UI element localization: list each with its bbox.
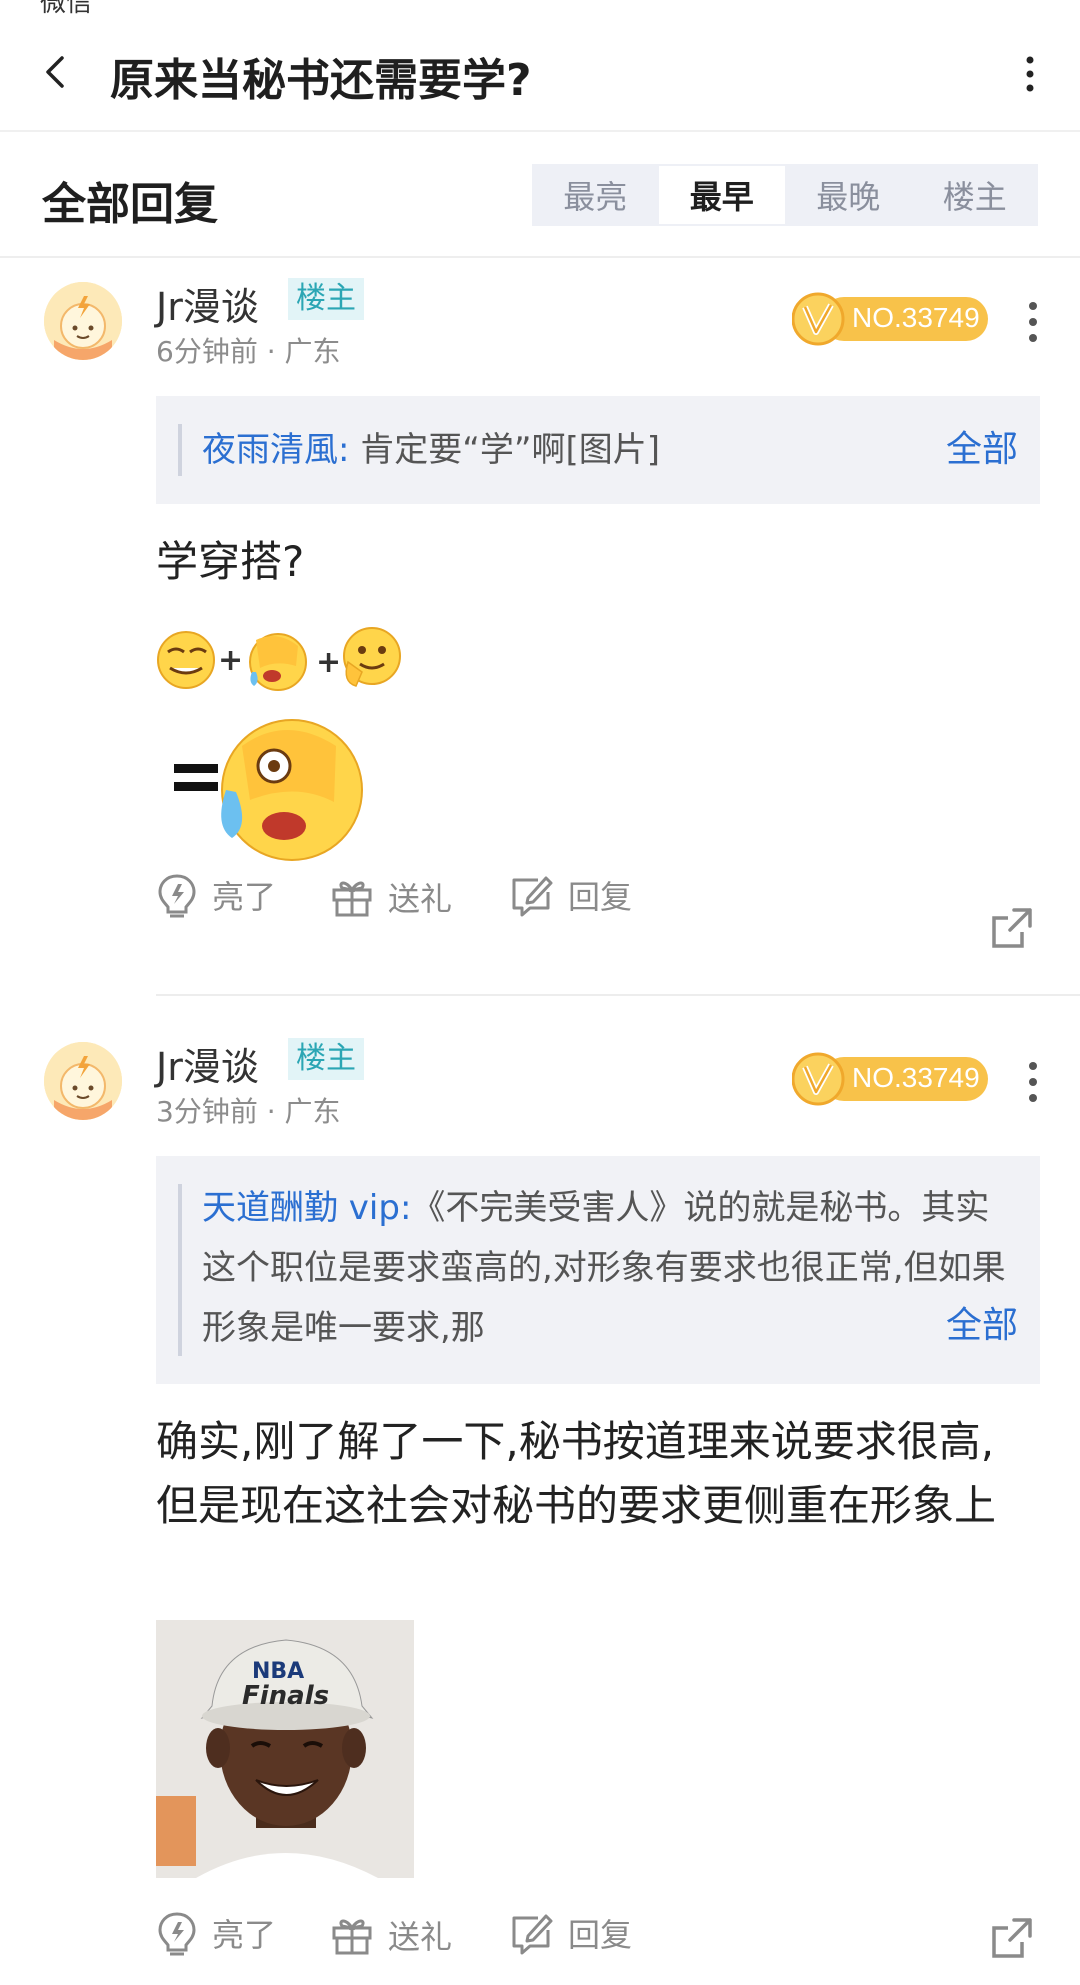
post-time: 3分钟前 xyxy=(156,1095,258,1128)
svg-text:+: + xyxy=(316,645,341,680)
post-meta: 3分钟前 · 广东 xyxy=(156,1095,341,1128)
reply-text: 确实,刚了解了一下,秘书按道理来说要求很高,但是现在这社会对秘书的要求更侧重在形… xyxy=(156,1417,997,1530)
reaction-photo[interactable]: NBA Finals xyxy=(156,1620,414,1878)
light-label: 亮了 xyxy=(212,1916,277,1954)
quote-bar xyxy=(178,424,182,476)
tab-op-only[interactable]: 楼主 xyxy=(912,164,1039,226)
light-button[interactable]: 亮了 xyxy=(156,1910,276,1956)
quote-text-block: 天道酬勤 vip:《不完美受害人》说的就是秘书。其实这个职位是要求蛮高的,对形象… xyxy=(202,1178,1016,1358)
light-label: 亮了 xyxy=(212,878,277,916)
page-title: 原来当秘书还需要学? xyxy=(110,55,532,106)
gift-icon xyxy=(332,881,372,917)
back-icon[interactable] xyxy=(36,52,76,92)
post-options-icon[interactable] xyxy=(1026,300,1040,344)
reply-edit-icon xyxy=(512,876,553,917)
gift-label: 送礼 xyxy=(388,880,453,918)
gift-label: 送礼 xyxy=(388,1918,453,1956)
post-divider xyxy=(156,994,1080,996)
level-badge: NO.33749 xyxy=(791,292,988,346)
quoted-comment[interactable]: 天道酬勤 vip:《不完美受害人》说的就是秘书。其实这个职位是要求蛮高的,对形象… xyxy=(156,1156,1040,1384)
post-options-icon[interactable] xyxy=(1026,1060,1040,1104)
svg-text:+: + xyxy=(218,643,243,678)
gift-icon xyxy=(332,1919,372,1955)
post-time: 6分钟前 xyxy=(156,335,258,368)
post-location: 广东 xyxy=(284,1095,341,1128)
share-icon[interactable] xyxy=(990,1916,1034,1960)
reply-text: 学穿搭? xyxy=(156,537,305,586)
author-name[interactable]: Jr漫谈 xyxy=(156,276,259,331)
all-replies-title: 全部回复 xyxy=(42,179,218,230)
quote-text: 肯定要“学”啊[图片] xyxy=(360,430,661,470)
bulb-icon xyxy=(158,1912,196,1956)
reply-button[interactable]: 回复 xyxy=(508,872,632,918)
gift-button[interactable]: 送礼 xyxy=(330,1912,452,1958)
sort-tabs: 最亮 最早 最晚 楼主 xyxy=(532,164,1038,226)
quote-author[interactable]: 天道酬勤 vip: xyxy=(202,1188,411,1228)
level-number: NO.33749 xyxy=(852,302,980,333)
quote-expand-link[interactable]: 全部 xyxy=(905,1298,1018,1354)
tab-brightest[interactable]: 最亮 xyxy=(532,164,659,226)
quote-author[interactable]: 夜雨清風: xyxy=(202,430,349,470)
level-number: NO.33749 xyxy=(852,1062,980,1093)
op-badge: 楼主 xyxy=(288,278,364,320)
tab-earliest[interactable]: 最早 xyxy=(658,166,785,224)
reply-button[interactable]: 回复 xyxy=(508,1910,632,1956)
avatar[interactable] xyxy=(44,1042,122,1120)
quote-bar xyxy=(178,1184,182,1356)
share-icon[interactable] xyxy=(990,906,1034,950)
quoted-comment[interactable]: 夜雨清風: 肯定要“学”啊[图片] 全部 xyxy=(156,396,1040,504)
level-badge: NO.33749 xyxy=(791,1052,988,1106)
svg-text:Finals: Finals xyxy=(242,1681,329,1711)
post-location: 广东 xyxy=(284,335,341,368)
reply-label: 回复 xyxy=(568,1916,633,1954)
tab-latest[interactable]: 最晚 xyxy=(785,164,912,226)
post-meta: 6分钟前 · 广东 xyxy=(156,335,341,368)
reply-edit-icon xyxy=(512,1914,553,1955)
reply-label: 回复 xyxy=(568,878,633,916)
quote-text-block: 夜雨清風: 肯定要“学”啊[图片] xyxy=(202,420,1016,480)
emoji-combo-image[interactable]: + + xyxy=(156,620,416,870)
more-options-icon[interactable] xyxy=(1018,52,1042,96)
author-name[interactable]: Jr漫谈 xyxy=(156,1036,259,1091)
quote-expand-link[interactable]: 全部 xyxy=(905,422,1018,478)
gift-button[interactable]: 送礼 xyxy=(330,874,452,920)
op-badge: 楼主 xyxy=(288,1038,364,1080)
bulb-icon xyxy=(158,874,196,918)
avatar[interactable] xyxy=(44,282,122,360)
light-button[interactable]: 亮了 xyxy=(156,872,276,918)
